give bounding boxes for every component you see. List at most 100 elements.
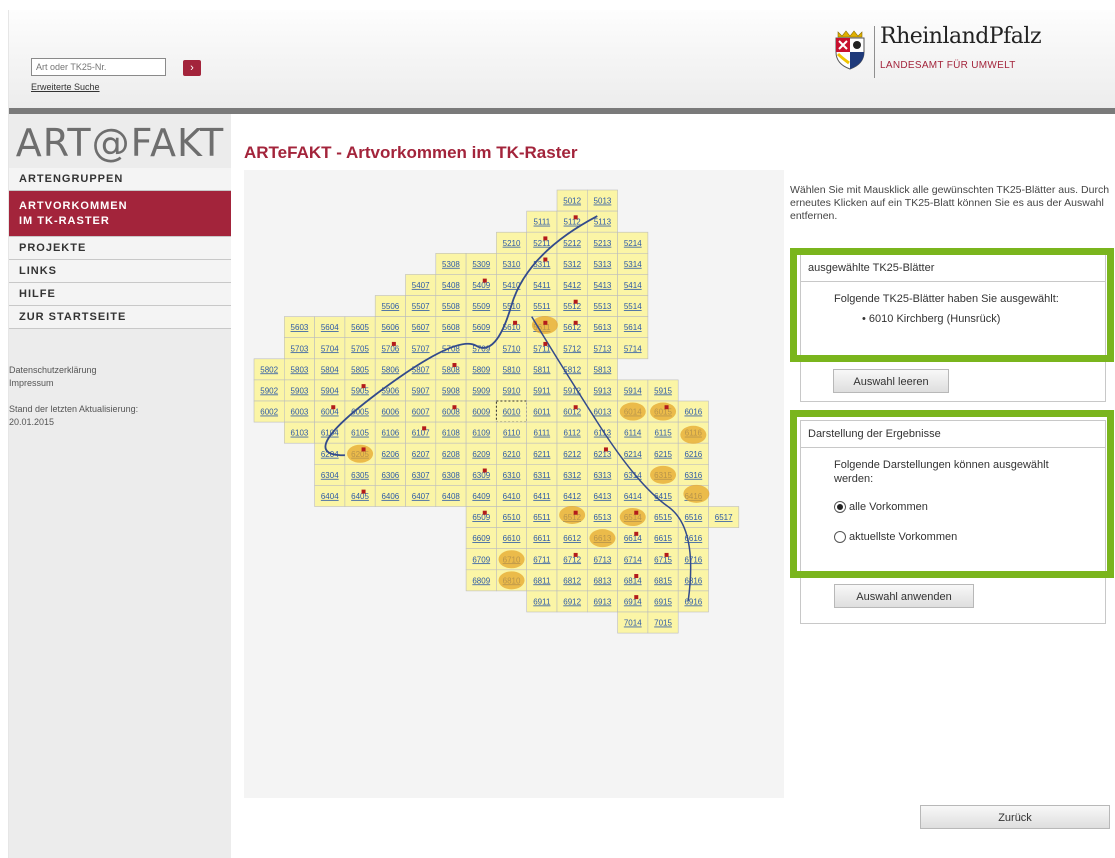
tk25-sheet-6715[interactable]: 6715 (647, 548, 679, 571)
tk25-sheet-5804[interactable]: 5804 (314, 358, 346, 381)
advanced-search-link[interactable]: Erweiterte Suche (31, 82, 100, 92)
tk25-sheet-number[interactable]: 5713 (594, 344, 612, 353)
tk25-sheet-6409[interactable]: 6409 (465, 485, 497, 507)
tk25-sheet-number[interactable]: 6211 (533, 450, 551, 459)
tk25-sheet-number[interactable]: 5810 (503, 365, 521, 374)
tk25-sheet-number[interactable]: 5707 (412, 344, 430, 353)
tk25-sheet-number[interactable]: 6513 (594, 513, 612, 522)
tk25-sheet-6211[interactable]: 6211 (526, 442, 558, 465)
tk25-sheet-number[interactable]: 5908 (442, 386, 460, 395)
tk25-sheet-5410[interactable]: 5410 (496, 274, 527, 296)
tk25-sheet-number[interactable]: 6410 (503, 492, 521, 501)
tk25-sheet-number[interactable]: 6404 (321, 492, 339, 501)
tk25-sheet-number[interactable]: 5909 (472, 386, 490, 395)
tk25-sheet-6612[interactable]: 6612 (556, 527, 588, 550)
tk25-sheet-number[interactable]: 6815 (654, 576, 672, 585)
tk25-sheet-5211[interactable]: 5211 (526, 231, 558, 254)
tk25-sheet-number[interactable]: 5705 (351, 344, 369, 353)
tk25-sheet-6413[interactable]: 6413 (586, 485, 618, 507)
tk25-sheet-5710[interactable]: 5710 (496, 337, 527, 360)
tk25-sheet-number[interactable]: 6712 (563, 555, 581, 564)
tk25-sheet-6108[interactable]: 6108 (435, 421, 467, 444)
tk25-sheet-number[interactable]: 6306 (381, 471, 399, 480)
tk25-sheet-5713[interactable]: 5713 (586, 337, 618, 360)
tk25-sheet-number[interactable]: 5614 (624, 323, 642, 332)
tk25-sheet-6010[interactable]: 6010 (495, 400, 528, 423)
tk25-sheet-6112[interactable]: 6112 (556, 421, 588, 444)
tk25-sheet-6216[interactable]: 6216 (677, 442, 709, 465)
tk25-sheet-6614[interactable]: 6614 (617, 527, 649, 550)
tk25-sheet-5313[interactable]: 5313 (586, 253, 618, 275)
tk25-sheet-6515[interactable]: 6515 (647, 506, 679, 528)
tk25-sheet-number[interactable]: 6515 (654, 513, 672, 522)
tk25-sheet-number[interactable]: 5607 (412, 323, 430, 332)
tk25-sheet-number[interactable]: 6206 (381, 450, 399, 459)
tk25-sheet-number[interactable]: 5710 (503, 344, 521, 353)
tk25-sheet-number[interactable]: 6610 (503, 534, 521, 543)
tk25-sheet-number[interactable]: 5811 (533, 365, 551, 374)
tk25-sheet-6711[interactable]: 6711 (526, 548, 558, 571)
tk25-sheet-number[interactable]: 5612 (563, 323, 581, 332)
tk25-sheet-number[interactable]: 5802 (260, 365, 278, 374)
tk25-sheet-number[interactable]: 6215 (654, 450, 672, 459)
tk25-sheet-6916[interactable]: 6916 (677, 590, 709, 613)
tk25-sheet-number[interactable]: 5603 (291, 323, 309, 332)
tk25-sheet-number[interactable]: 5511 (533, 302, 551, 311)
tk25-sheet-6016[interactable]: 6016 (677, 400, 709, 423)
tk25-sheet-5605[interactable]: 5605 (344, 316, 376, 339)
tk25-sheet-6005[interactable]: 6005 (344, 400, 376, 423)
tk25-sheet-6914[interactable]: 6914 (617, 590, 649, 613)
tk25-sheet-5811[interactable]: 5811 (526, 358, 558, 381)
tk25-sheet-number[interactable]: 5905 (351, 386, 369, 395)
tk25-sheet-6310[interactable]: 6310 (496, 463, 527, 486)
tk25-sheet-6002[interactable]: 6002 (253, 400, 285, 423)
tk25-sheet-number[interactable]: 6816 (684, 576, 702, 585)
tk25-sheet-6510[interactable]: 6510 (496, 506, 527, 528)
tk25-sheet-5507[interactable]: 5507 (405, 295, 437, 317)
tk25-sheet-6712[interactable]: 6712 (556, 548, 588, 571)
tk25-sheet-number[interactable]: 5506 (381, 302, 399, 311)
tk25-sheet-6915[interactable]: 6915 (647, 590, 679, 613)
tk25-sheet-number[interactable]: 6013 (594, 408, 612, 417)
tk25-sheet-number[interactable]: 6207 (412, 450, 430, 459)
tk25-sheet-6816[interactable]: 6816 (677, 569, 709, 592)
tk25-sheet-number[interactable]: 6214 (624, 450, 642, 459)
tk25-sheet-6305[interactable]: 6305 (344, 463, 376, 486)
tk25-sheet-number[interactable]: 6011 (533, 408, 551, 417)
tk25-sheet-number[interactable]: 6003 (291, 408, 309, 417)
tk25-sheet-6407[interactable]: 6407 (405, 485, 437, 507)
tk25-sheet-6311[interactable]: 6311 (526, 463, 558, 486)
tk25-sheet-5212[interactable]: 5212 (556, 231, 588, 254)
tk25-sheet-6114[interactable]: 6114 (617, 421, 649, 444)
tk25-sheet-5407[interactable]: 5407 (405, 274, 437, 296)
tk25-sheet-number[interactable]: 6006 (381, 408, 399, 417)
tk25-sheet-6812[interactable]: 6812 (556, 569, 588, 592)
tk25-sheet-number[interactable]: 5914 (624, 386, 642, 395)
tk25-sheet-5312[interactable]: 5312 (556, 253, 588, 275)
tk25-sheet-5508[interactable]: 5508 (435, 295, 467, 317)
tk25-sheet-5914[interactable]: 5914 (617, 379, 649, 402)
tk25-sheet-6517[interactable]: 6517 (708, 506, 740, 528)
tk25-sheet-number[interactable]: 6406 (381, 492, 399, 501)
tk25-sheet-number[interactable]: 6915 (654, 597, 672, 606)
tk25-sheet-number[interactable]: 6313 (594, 471, 612, 480)
tk25-sheet-number[interactable]: 6316 (684, 471, 702, 480)
tk25-sheet-number[interactable]: 5507 (412, 302, 430, 311)
tk25-sheet-6003[interactable]: 6003 (283, 400, 315, 423)
tk25-sheet-number[interactable]: 5805 (351, 365, 369, 374)
tk25-sheet-number[interactable]: 6016 (684, 408, 702, 417)
tk25-sheet-6308[interactable]: 6308 (435, 463, 467, 486)
tk25-sheet-number[interactable]: 6711 (533, 555, 551, 564)
tk25-sheet-number[interactable]: 6812 (563, 576, 581, 585)
tk25-map-svg[interactable]: 5012 5013 5111 5112 5113 5210 5211 5212 5213 5214… (244, 170, 784, 798)
tk25-sheet-6410[interactable]: 6410 (496, 485, 527, 507)
tk25-sheet-6314[interactable]: 6314 (617, 463, 649, 486)
tk25-sheet-number[interactable]: 6012 (563, 408, 581, 417)
tk25-sheet-number[interactable]: 5413 (594, 281, 612, 290)
tk25-sheet-number[interactable]: 5213 (594, 239, 612, 248)
tk25-sheet-5810[interactable]: 5810 (496, 358, 527, 381)
tk25-sheet-number[interactable]: 5613 (594, 323, 612, 332)
tk25-sheet-number[interactable]: 6309 (472, 471, 490, 480)
tk25-sheet-6611[interactable]: 6611 (526, 527, 558, 550)
tk25-sheet-number[interactable]: 6914 (624, 597, 642, 606)
